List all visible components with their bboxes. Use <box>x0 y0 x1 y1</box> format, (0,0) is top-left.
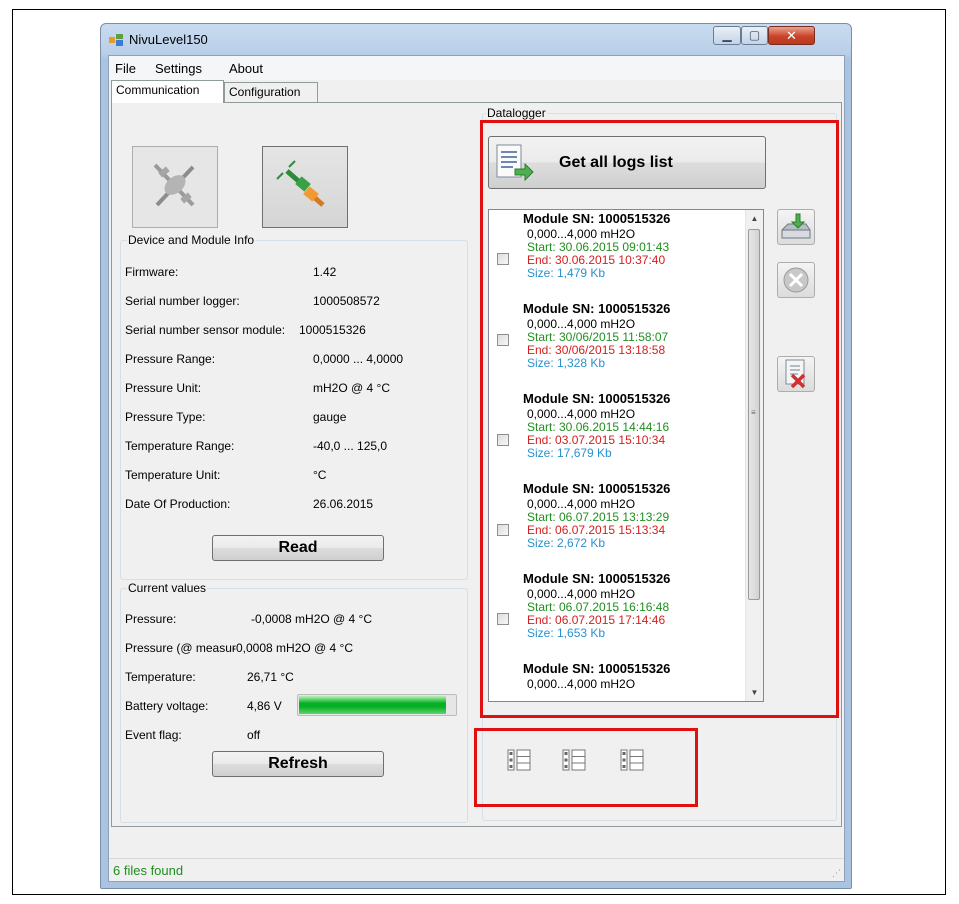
serial-sensor-value: 1000515326 <box>299 323 366 337</box>
minimize-icon: ▁ <box>722 28 732 42</box>
serial-sensor-label: Serial number sensor module: <box>125 323 286 337</box>
temperature-unit-label: Temperature Unit: <box>125 468 221 482</box>
disconnect-plug-icon <box>153 163 195 207</box>
datalogger-caption: Datalogger <box>486 106 547 120</box>
menu-about[interactable]: About <box>229 61 263 76</box>
maximize-button[interactable]: ▢ <box>741 26 768 45</box>
temperature-unit-value: °C <box>313 468 327 482</box>
pressure-measure-label: Pressure (@ measur <box>125 641 236 655</box>
battery-progress-fill <box>299 696 446 714</box>
pressure-range-value: 0,0000 ... 4,0000 <box>313 352 404 366</box>
close-button[interactable]: ✕ <box>768 26 815 45</box>
battery-label: Battery voltage: <box>125 699 209 713</box>
temperature-label: Temperature: <box>125 670 196 684</box>
read-button[interactable]: Read <box>212 535 384 561</box>
menu-file[interactable]: File <box>115 61 136 76</box>
datalogger-highlight-box <box>480 120 839 718</box>
status-text: 6 files found <box>113 863 184 878</box>
temperature-value: 26,71 °C <box>247 670 294 684</box>
pressure-range-label: Pressure Range: <box>125 352 216 366</box>
serial-logger-value: 1000508572 <box>313 294 380 308</box>
pressure-unit-label: Pressure Unit: <box>125 381 202 395</box>
current-values-caption: Current values <box>127 581 208 595</box>
close-icon: ✕ <box>786 28 797 43</box>
app-icon <box>109 34 123 46</box>
pressure-type-label: Pressure Type: <box>125 410 206 424</box>
temperature-range-label: Temperature Range: <box>125 439 235 453</box>
disconnect-button[interactable] <box>132 146 218 228</box>
firmware-value: 1.42 <box>313 265 337 279</box>
minimize-button[interactable]: ▁ <box>713 26 741 45</box>
pressure-type-value: gauge <box>313 410 347 424</box>
title-bar[interactable]: NivuLevel150 ▁ ▢ ✕ <box>101 24 851 56</box>
menu-settings[interactable]: Settings <box>155 61 202 76</box>
temperature-range-value: -40,0 ... 125,0 <box>313 439 388 453</box>
serial-logger-label: Serial number logger: <box>125 294 240 308</box>
event-label: Event flag: <box>125 728 182 742</box>
pressure-measure-value: -0,0008 mH2O @ 4 °C <box>232 641 354 655</box>
menu-bar: File Settings About <box>109 56 844 80</box>
status-bar: 6 files found ⋰ <box>109 858 844 881</box>
pressure-value: -0,0008 mH2O @ 4 °C <box>251 612 373 626</box>
date-production-value: 26.06.2015 <box>313 497 374 511</box>
window-title: NivuLevel150 <box>129 32 208 47</box>
view-mode-highlight-box <box>474 728 698 807</box>
date-production-label: Date Of Production: <box>125 497 231 511</box>
battery-progress-bar <box>297 694 457 716</box>
firmware-label: Firmware: <box>125 265 179 279</box>
resize-grip-icon[interactable]: ⋰ <box>832 868 841 879</box>
event-value: off <box>247 728 261 742</box>
refresh-button[interactable]: Refresh <box>212 751 384 777</box>
connect-plug-icon <box>276 160 325 207</box>
tab-communication[interactable]: Communication <box>111 80 224 103</box>
pressure-label: Pressure: <box>125 612 177 626</box>
battery-value: 4,86 V <box>247 699 282 713</box>
pressure-unit-value: mH2O @ 4 °C <box>313 381 390 395</box>
device-info-caption: Device and Module Info <box>127 233 256 247</box>
maximize-icon: ▢ <box>748 28 761 42</box>
connect-button[interactable] <box>262 146 348 228</box>
tab-configuration[interactable]: Configuration <box>224 82 318 102</box>
